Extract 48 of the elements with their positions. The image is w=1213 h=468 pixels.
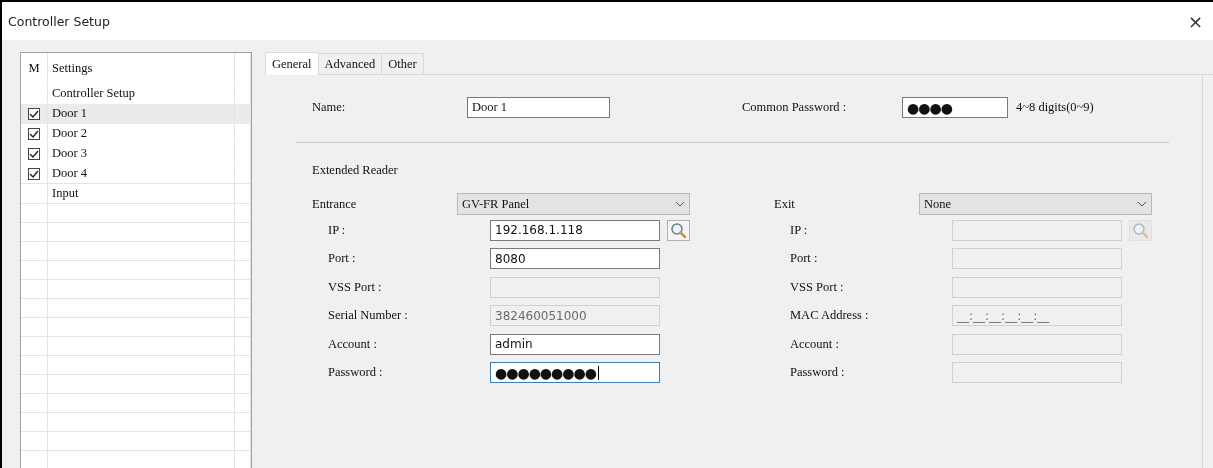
column-header: Settings [48, 53, 235, 83]
field-label: Account : [790, 336, 840, 352]
list-item-label: Controller Setup [52, 86, 135, 101]
list-item-label: Door 3 [52, 146, 88, 161]
list-item[interactable]: Door 1 [21, 104, 251, 124]
field-label: IP : [790, 222, 809, 238]
tab[interactable]: Other [381, 53, 424, 74]
checkbox[interactable] [28, 127, 40, 140]
field-label: IP : [328, 222, 347, 238]
field-label: Common Password : [742, 100, 848, 115]
checkbox[interactable] [28, 147, 40, 160]
tab[interactable]: General [265, 52, 319, 75]
field-label: Password : [328, 365, 384, 381]
search-button[interactable] [667, 219, 690, 241]
field-label: Exit [774, 196, 796, 212]
field-label: Serial Number : [328, 308, 409, 324]
field-label: Account : [328, 336, 378, 352]
list-item[interactable]: Door 4 [21, 164, 251, 184]
checkbox[interactable] [28, 167, 40, 180]
name-input-field[interactable]: Door 1 [467, 97, 610, 118]
field-label: Port : [790, 251, 819, 267]
checkbox[interactable] [28, 107, 40, 120]
field-label: Entrance [312, 196, 358, 212]
password-field[interactable]: ●●●●●●●●● [490, 362, 660, 384]
hint-text: 4~8 digits(0~9) [1016, 100, 1094, 115]
list-item-label: Door 4 [52, 166, 88, 181]
column-header: M [21, 53, 48, 83]
section-title: Extended Reader [311, 163, 399, 179]
chevron-down-icon [675, 201, 685, 207]
field-label: Port : [328, 251, 357, 267]
input-field[interactable]: admin [490, 333, 660, 355]
dropdown[interactable]: None [919, 193, 1152, 215]
field-label: Password : [790, 365, 846, 381]
list-item[interactable]: Input [21, 184, 251, 204]
window-title: Controller Setup [8, 13, 110, 29]
input-field[interactable]: 8080 [490, 248, 660, 270]
list-item-label: Input [52, 186, 79, 201]
field-label: VSS Port : [328, 279, 383, 295]
list-item-label: Door 1 [52, 106, 88, 121]
chevron-down-icon [1137, 201, 1147, 207]
password-field[interactable]: ●●●● [902, 97, 1008, 118]
field-label: VSS Port : [790, 279, 845, 295]
close-button[interactable]: × [1183, 10, 1207, 32]
list-item-label: Door 2 [52, 126, 88, 141]
field-label: Name: [312, 100, 347, 115]
input-field[interactable]: 192.168.1.118 [490, 219, 660, 241]
field-label: MAC Address : [790, 308, 870, 324]
dropdown[interactable]: GV-FR Panel [457, 193, 690, 215]
